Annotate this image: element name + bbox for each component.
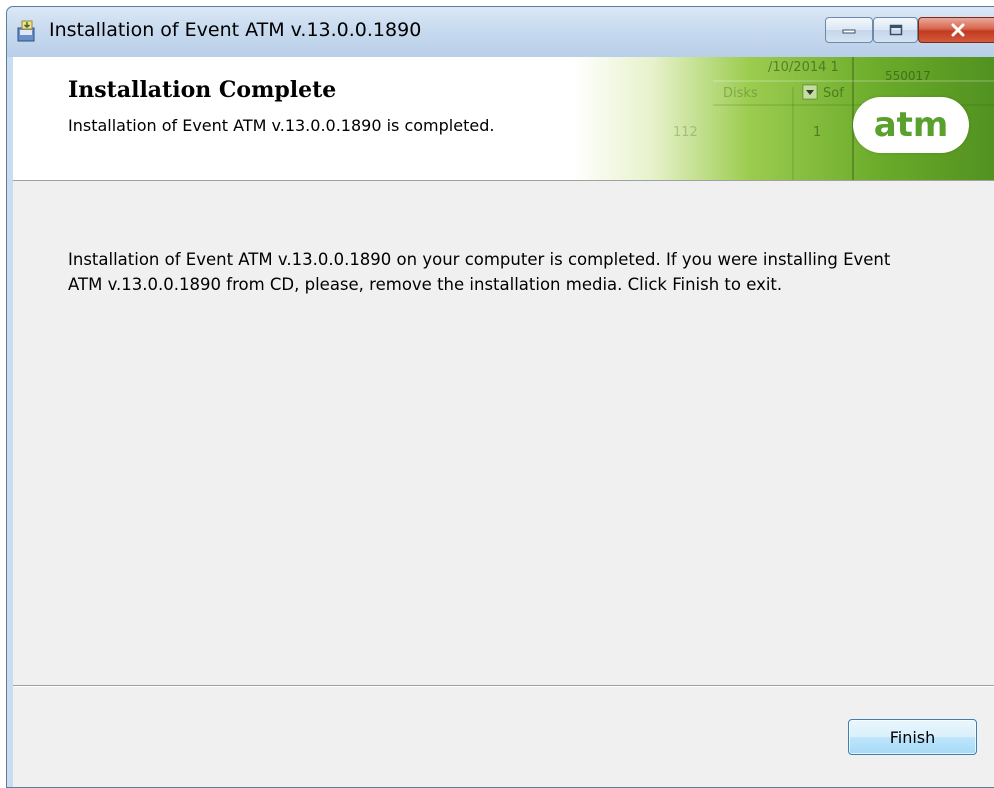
artwork-label: Sof [823, 86, 844, 101]
minimize-icon [842, 29, 856, 34]
artwork-label: 550017 [885, 69, 931, 83]
brand-logo: atm [853, 97, 969, 153]
close-icon [951, 23, 965, 37]
maximize-button[interactable] [873, 17, 918, 43]
logo-text: atm [873, 105, 949, 145]
title-bar[interactable]: Installation of Event ATM v.13.0.0.1890 [7, 7, 994, 57]
header-banner: /10/2014 1 550017 Disks Sof 112 1 atm In… [13, 57, 994, 181]
footer-divider [13, 685, 994, 687]
artwork-label: Disks [723, 86, 758, 101]
page-title: Installation Complete [68, 77, 337, 103]
artwork-label: /10/2014 1 [768, 60, 839, 75]
installer-window: Installation of Event ATM v.13.0.0.1890 [6, 6, 994, 788]
window-title: Installation of Event ATM v.13.0.0.1890 [49, 19, 422, 41]
installer-icon [17, 20, 35, 42]
close-button[interactable] [918, 17, 994, 43]
completion-message: Installation of Event ATM v.13.0.0.1890 … [68, 250, 891, 294]
artwork-label: 112 [673, 125, 698, 140]
page-subtitle: Installation of Event ATM v.13.0.0.1890 … [68, 116, 495, 135]
artwork-label: 1 [813, 125, 822, 140]
finish-button[interactable]: Finish [848, 719, 977, 755]
maximize-icon [889, 24, 902, 36]
dialog-client-area: /10/2014 1 550017 Disks Sof 112 1 atm In… [13, 57, 994, 787]
minimize-button[interactable] [825, 17, 873, 43]
